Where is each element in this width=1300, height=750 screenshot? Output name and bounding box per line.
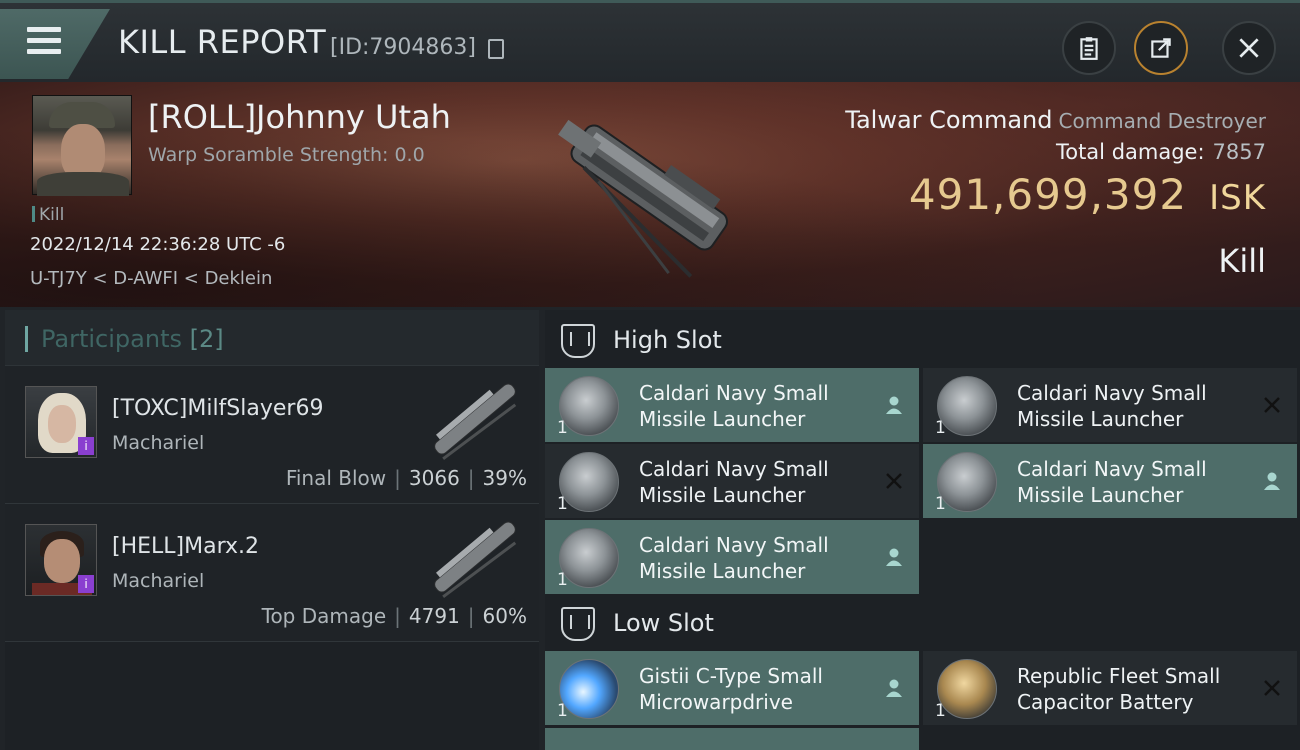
kill-datetime: 2022/12/14 22:36:28 UTC -6 [30,234,286,255]
module-quantity: 1 [935,418,946,438]
module-name: Republic Fleet Small Capacitor Battery [1017,664,1221,714]
module-name: Caldari Navy Small Missile Launcher [639,381,829,431]
dropped-person-icon [1264,472,1280,490]
participant-ship: Machariel [112,570,205,592]
participant-ship-image[interactable] [415,512,535,602]
missile-launcher-icon [937,376,997,436]
participants-count: [2] [189,325,224,353]
participant-avatar[interactable]: i [25,386,97,458]
victim-ship-name[interactable]: Talwar Command Command Destroyer [845,106,1266,134]
victim-ship-image[interactable] [500,82,780,307]
participant-role: Final Blow [285,466,387,490]
low-slot-icon [561,607,595,641]
high-slot-icon [561,324,595,358]
fitting-panel: High Slot 1 Caldari Navy Small Missile La… [545,310,1300,750]
kill-result: Kill [1218,242,1266,280]
module-quantity: 1 [557,701,568,721]
clipboard-icon [1080,37,1098,60]
kill-location[interactable]: U-TJ7Y < D-AWFI < Deklein [30,268,272,289]
module-item[interactable]: 1 Republic Fleet Small Capacitor Battery [923,651,1297,725]
kill-report-window: KILL REPORT [ID:7904863] [ROLL]Johnny Ut… [0,0,1300,750]
module-name: Caldari Navy Small Missile Launcher [1017,457,1207,507]
module-name: Caldari Navy Small Missile Launcher [639,457,829,507]
participant-damage: 4791 [408,604,460,628]
warp-scramble-strength: Warp Soramble Strength: 0.0 [148,144,425,166]
module-name: Caldari Navy Small Missile Launcher [639,533,829,583]
share-button[interactable] [1134,21,1188,75]
missile-launcher-icon [559,452,619,512]
participant-row[interactable]: i [HELL]Marx.2 Machariel Top Damage | 4791… [5,504,539,642]
isk-unit: ISK [1209,178,1266,218]
participant-percent: 39% [482,466,527,490]
destroyed-x-icon [1264,397,1280,413]
victim-name[interactable]: [ROLL]Johnny Utah [148,98,451,136]
module-item[interactable]: 1 Caldari Navy Small Missile Launcher [545,368,919,442]
kill-tag: Kill [32,205,64,225]
capacitor-battery-icon [937,659,997,719]
participant-percent: 60% [482,604,527,628]
dropped-person-icon [886,548,902,566]
copy-icon[interactable] [488,39,504,59]
module-item[interactable]: 1 Caldari Navy Small Missile Launcher [545,444,919,518]
low-slot-title: Low Slot [613,609,714,637]
victim-panel: [ROLL]Johnny Utah Warp Soramble Strength… [0,82,1300,307]
info-badge-icon: i [78,437,94,455]
victim-avatar[interactable] [32,95,132,196]
missile-launcher-icon [559,528,619,588]
high-slot-header: High Slot [545,310,1300,370]
module-quantity: 1 [935,494,946,514]
ship-name-text: Talwar Command [845,106,1053,134]
info-badge-icon: i [78,575,94,593]
ship-class: Command Destroyer [1058,109,1267,133]
low-slot-header: Low Slot [545,593,1300,653]
participant-name: [HELL]Marx.2 [112,534,260,559]
total-damage: Total damage: 7857 [1056,140,1266,164]
participant-name: [TOXC]MilfSlayer69 [112,396,324,421]
module-quantity: 1 [935,701,946,721]
participant-stats: Final Blow | 3066 | 39% [285,466,527,490]
microwarpdrive-icon [559,659,619,719]
isk-amount: 491,699,392 [908,170,1188,219]
module-item[interactable]: 1 Caldari Navy Small Missile Launcher [545,520,919,594]
module-item[interactable]: 1 Gistii C-Type Small Microwarpdrive [545,651,919,725]
participants-panel: Participants [2] i [TOXC]MilfSlayer69 Ma… [5,310,539,750]
close-button[interactable] [1222,21,1276,75]
module-item-partial[interactable] [545,728,919,750]
clipboard-button[interactable] [1062,21,1116,75]
destroyed-x-icon [886,473,902,489]
destroyed-x-icon [1264,680,1280,696]
header-bar: KILL REPORT [ID:7904863] [0,0,1300,82]
dropped-person-icon [886,679,902,697]
module-name: Gistii C-Type Small Microwarpdrive [639,664,823,714]
participant-stats: Top Damage | 4791 | 60% [261,604,527,628]
report-id: [ID:7904863] [330,35,476,60]
high-slot-title: High Slot [613,326,722,354]
participant-row[interactable]: i [TOXC]MilfSlayer69 Machariel Final Blo… [5,366,539,504]
module-quantity: 1 [557,418,568,438]
missile-launcher-icon [559,376,619,436]
isk-value: 491,699,392 ISK [909,170,1266,219]
module-item[interactable]: 1 Caldari Navy Small Missile Launcher [923,368,1297,442]
participants-label: Participants [41,325,182,353]
hamburger-menu-icon[interactable] [27,27,61,55]
page-title: KILL REPORT [118,23,327,61]
missile-launcher-icon [937,452,997,512]
participants-header: Participants [2] [5,310,539,366]
module-name: Caldari Navy Small Missile Launcher [1017,381,1207,431]
participant-avatar[interactable]: i [25,524,97,596]
participant-role: Top Damage [261,604,387,628]
module-item[interactable]: 1 Caldari Navy Small Missile Launcher [923,444,1297,518]
total-damage-label: Total damage: [1055,140,1205,164]
participant-ship: Machariel [112,432,205,454]
dropped-person-icon [886,396,902,414]
participant-damage: 3066 [408,466,460,490]
share-icon [1151,38,1171,58]
participant-ship-image[interactable] [415,374,535,464]
total-damage-value: 7857 [1212,140,1266,164]
close-icon [1239,38,1259,58]
module-quantity: 1 [557,570,568,590]
module-quantity: 1 [557,494,568,514]
